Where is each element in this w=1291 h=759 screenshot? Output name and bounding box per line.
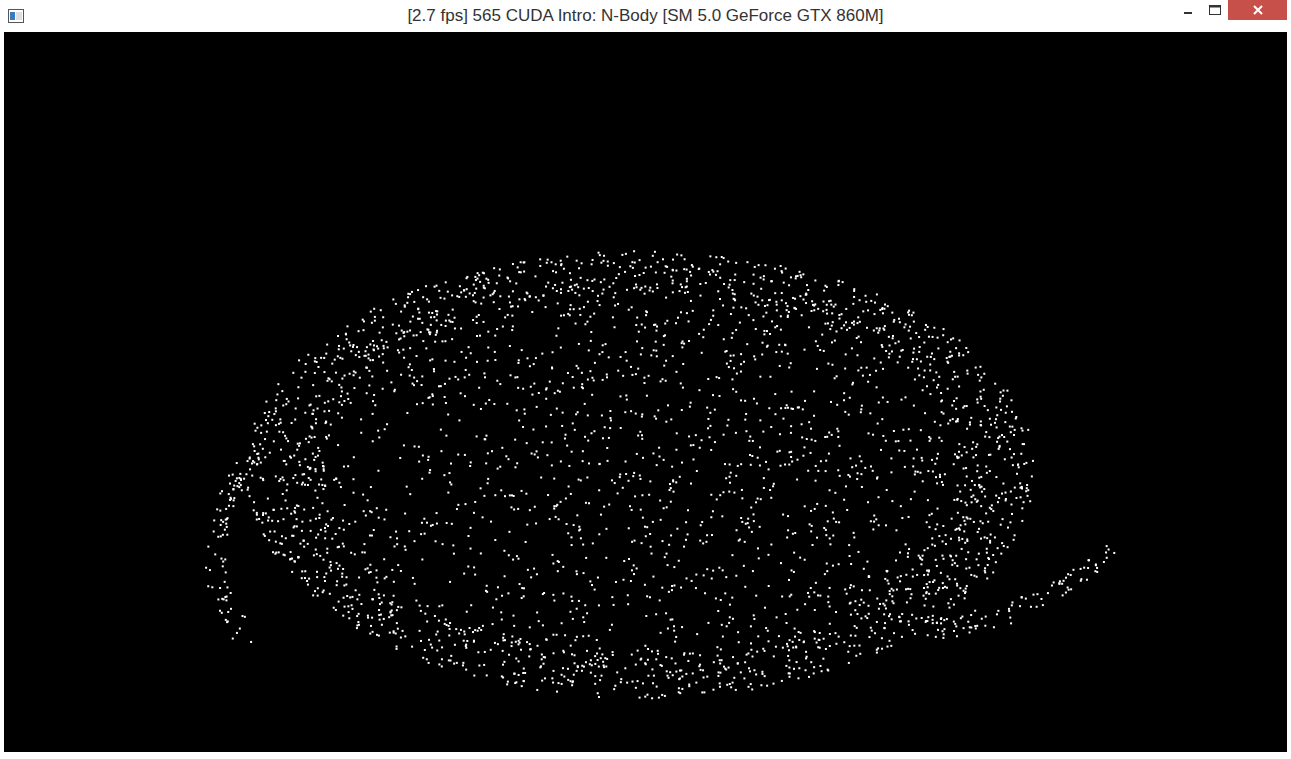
close-icon [1253, 5, 1263, 15]
app-icon [8, 9, 24, 23]
app-window: [2.7 fps] 565 CUDA Intro: N-Body [SM 5.0… [0, 0, 1291, 759]
title-bar[interactable]: [2.7 fps] 565 CUDA Intro: N-Body [SM 5.0… [0, 0, 1291, 31]
maximize-button[interactable] [1201, 0, 1228, 20]
minimize-button[interactable] [1174, 0, 1201, 20]
close-button[interactable] [1228, 0, 1287, 20]
minimize-icon [1183, 5, 1193, 15]
maximize-icon [1209, 5, 1221, 15]
window-title: [2.7 fps] 565 CUDA Intro: N-Body [SM 5.0… [407, 3, 883, 29]
particle-field [4, 32, 1287, 752]
simulation-canvas[interactable] [4, 32, 1287, 752]
